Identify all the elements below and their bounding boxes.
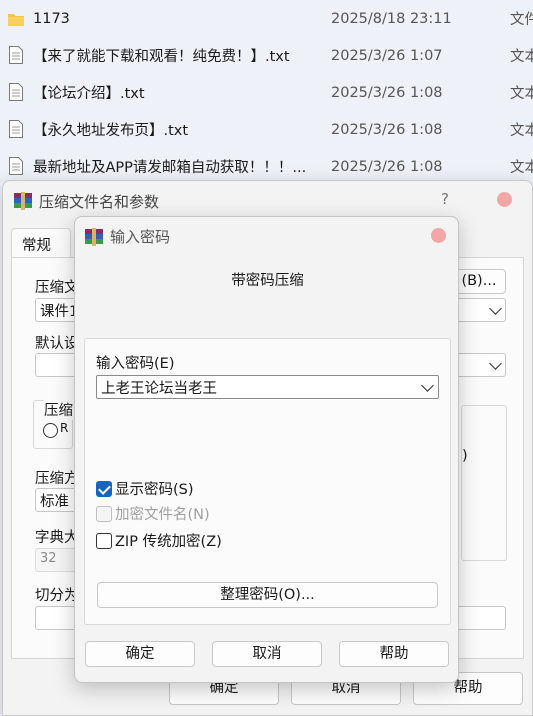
file-type: 文本 — [510, 160, 533, 176]
ok-button-label: 确定 — [125, 646, 155, 662]
organize-button-label: 整理密码(O)... — [220, 587, 315, 603]
file-name: 【来了就能下载和观看！纯免费！】.txt — [33, 49, 290, 65]
options-group: ) — [461, 405, 507, 561]
text-file-icon — [9, 46, 23, 64]
ok-button[interactable]: 确定 — [85, 641, 195, 667]
text-file-icon — [9, 157, 23, 175]
cancel-button-label: 取消 — [252, 646, 282, 662]
file-type: 文本 — [510, 86, 533, 102]
checkbox-icon[interactable] — [96, 505, 112, 522]
file-name: 【论坛介绍】.txt — [33, 86, 145, 102]
dialog-title: 压缩文件名和参数 — [39, 193, 160, 211]
checkbox-checked-icon[interactable] — [96, 480, 112, 497]
organize-passwords-button[interactable]: 整理密码(O)... — [97, 582, 438, 608]
winrar-logo-icon — [85, 228, 103, 246]
password-value: 上老王论坛当老王 — [101, 381, 217, 397]
help-button-label: 帮助 — [379, 646, 409, 662]
checkbox-icon[interactable] — [96, 532, 112, 549]
help-button-label: 帮助 — [453, 680, 483, 696]
show-password-checkbox[interactable]: 显示密码(S) — [96, 478, 194, 499]
winrar-logo-icon — [14, 192, 32, 210]
encrypt-filenames-label: 加密文件名(N) — [115, 507, 210, 523]
file-type: 文件 — [510, 12, 533, 28]
format-radio[interactable] — [43, 423, 58, 438]
file-name: 最新地址及APP请发邮箱自动获取！！！... — [33, 160, 307, 176]
file-date: 2025/3/26 1:08 — [331, 121, 443, 138]
dialog-subtitle: 带密码压缩 — [231, 273, 304, 289]
password-field[interactable]: 上老王论坛当老王 — [96, 375, 439, 399]
dict-label: 字典大 — [35, 530, 79, 546]
file-list: 1173 2025/8/18 23:11 文件 【来了就能下载和观看！纯免费！】… — [0, 0, 533, 185]
default-settings-label: 默认设 — [35, 336, 79, 352]
encrypt-filenames-checkbox[interactable]: 加密文件名(N) — [96, 503, 210, 524]
file-date: 2025/8/18 23:11 — [331, 10, 452, 27]
file-date: 2025/3/26 1:08 — [331, 158, 443, 175]
cancel-button[interactable]: 取消 — [212, 641, 322, 667]
chevron-down-icon — [489, 302, 502, 315]
help-button[interactable]: 帮助 — [339, 641, 449, 667]
file-type: 文本 — [510, 123, 533, 139]
format-group: 压缩 R — [33, 399, 73, 449]
zip-legacy-checkbox[interactable]: ZIP 传统加密(Z) — [96, 530, 222, 551]
browse-button[interactable]: (B)... — [452, 269, 506, 294]
file-type: 文本 — [510, 49, 533, 65]
chevron-down-icon — [489, 357, 502, 370]
list-item[interactable]: 【来了就能下载和观看！纯免费！】.txt 2025/3/26 1:07 文本 — [0, 37, 533, 74]
show-password-label: 显示密码(S) — [115, 482, 194, 498]
archive-name-value: 课件1 — [40, 304, 79, 320]
help-icon[interactable]: ? — [441, 190, 449, 208]
text-file-icon — [9, 120, 23, 138]
format-radio-label: R — [60, 421, 69, 435]
folder-icon — [8, 14, 24, 26]
file-name: 1173 — [33, 10, 70, 27]
tab-general[interactable]: 常规 — [11, 228, 71, 258]
close-button[interactable] — [497, 192, 512, 207]
split-label: 切分为 — [35, 588, 79, 604]
chevron-down-icon[interactable] — [421, 379, 434, 392]
dict-value: 32 — [40, 551, 57, 566]
file-name: 【永久地址发布页】.txt — [33, 123, 189, 139]
zip-legacy-label: ZIP 传统加密(Z) — [115, 534, 222, 550]
method-value: 标准 — [40, 494, 69, 510]
dialog-title: 输入密码 — [110, 228, 171, 246]
tab-label: 常规 — [22, 238, 51, 254]
browse-button-label: (B)... — [461, 273, 497, 289]
method-label: 压缩方 — [35, 471, 79, 487]
file-date: 2025/3/26 1:07 — [331, 47, 443, 64]
list-item[interactable]: 【论坛介绍】.txt 2025/3/26 1:08 文本 — [0, 74, 533, 111]
text-file-icon — [9, 83, 23, 101]
list-item[interactable]: 【永久地址发布页】.txt 2025/3/26 1:08 文本 — [0, 111, 533, 148]
options-partial-text: ) — [462, 448, 468, 464]
password-label: 输入密码(E) — [96, 356, 175, 372]
format-group-label: 压缩 — [44, 399, 73, 420]
archive-name-label: 压缩文 — [35, 280, 79, 296]
close-button[interactable] — [431, 228, 446, 243]
file-date: 2025/3/26 1:08 — [331, 84, 443, 101]
password-dialog: 输入密码 带密码压缩 输入密码(E) 上老王论坛当老王 显示密码(S) 加密文件… — [74, 216, 459, 683]
list-item[interactable]: 1173 2025/8/18 23:11 文件 — [0, 0, 533, 37]
